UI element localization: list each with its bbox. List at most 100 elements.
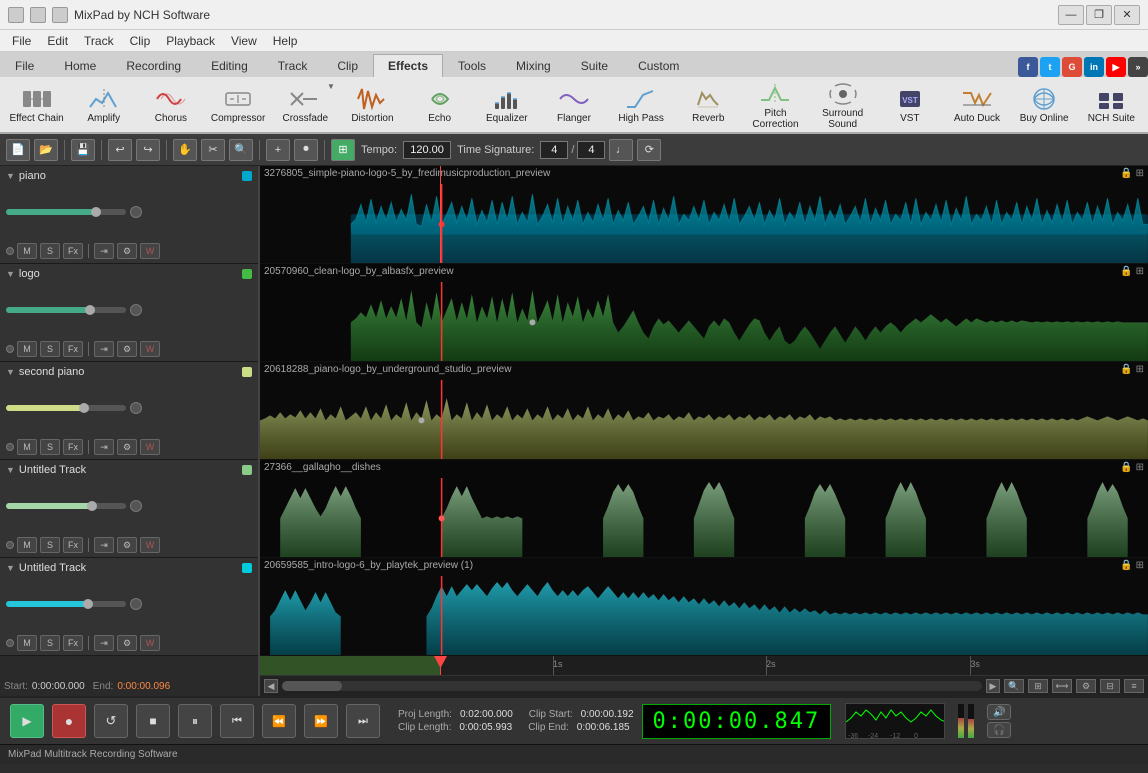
open-button[interactable]: 📂 <box>34 139 58 161</box>
mute-button-untitled-2[interactable]: M <box>17 635 37 651</box>
maximize-button[interactable]: ❐ <box>1086 5 1112 25</box>
fx-button-logo[interactable]: Fx <box>63 341 83 357</box>
eq-button-logo[interactable]: W <box>140 341 160 357</box>
google-icon[interactable]: G <box>1062 57 1082 77</box>
chorus-button[interactable]: Chorus <box>138 79 203 131</box>
headphone-button[interactable]: 🎧 <box>987 722 1011 738</box>
expand-button[interactable]: ⊟ <box>1100 679 1120 693</box>
pitch-correction-button[interactable]: Pitch Correction <box>743 79 808 131</box>
track-pan-knob-untitled-1[interactable] <box>130 500 142 512</box>
track-clip-piano[interactable]: 3276805_simple-piano-logo-5_by_fredimusi… <box>260 166 1148 264</box>
loop-button[interactable]: ↺ <box>94 704 128 738</box>
echo-button[interactable]: Echo <box>407 79 472 131</box>
eq-button-second-piano[interactable]: W <box>140 439 160 455</box>
linkedin-icon[interactable]: in <box>1084 57 1104 77</box>
time-sig-den[interactable] <box>577 141 605 159</box>
vst-button[interactable]: VST VST <box>877 79 942 131</box>
tab-suite[interactable]: Suite <box>566 54 623 77</box>
track-pan-knob-piano[interactable] <box>130 206 142 218</box>
track-arrow-untitled-1[interactable]: ▼ <box>6 465 15 475</box>
metronome-button[interactable]: ♩ <box>609 139 633 161</box>
track-volume-logo[interactable] <box>6 307 126 313</box>
tab-tools[interactable]: Tools <box>443 54 501 77</box>
track-volume-untitled-2[interactable] <box>6 601 126 607</box>
fx-button-second-piano[interactable]: Fx <box>63 439 83 455</box>
track-pan-knob-untitled-2[interactable] <box>130 598 142 610</box>
zoom-out-button[interactable]: ⊞ <box>1028 679 1048 693</box>
redo-button[interactable]: ↪ <box>136 139 160 161</box>
solo-button-untitled-1[interactable]: S <box>40 537 60 553</box>
settings-button-untitled-2[interactable]: ⚙ <box>117 635 137 651</box>
mute-button-second-piano[interactable]: M <box>17 439 37 455</box>
track-arrow-logo[interactable]: ▼ <box>6 269 15 279</box>
fx-button-untitled-1[interactable]: Fx <box>63 537 83 553</box>
fx-button-untitled-2[interactable]: Fx <box>63 635 83 651</box>
tab-custom[interactable]: Custom <box>623 54 694 77</box>
new-button[interactable]: 📄 <box>6 139 30 161</box>
menu-help[interactable]: Help <box>265 32 306 50</box>
track-arrow-untitled-2[interactable]: ▼ <box>6 563 15 573</box>
prev-button[interactable]: ⏮ <box>220 704 254 738</box>
equalizer-button[interactable]: Equalizer <box>474 79 539 131</box>
solo-button-second-piano[interactable]: S <box>40 439 60 455</box>
auto-duck-button[interactable]: Auto Duck <box>944 79 1009 131</box>
track-pan-knob-second-piano[interactable] <box>130 402 142 414</box>
undo-button[interactable]: ↩ <box>108 139 132 161</box>
zoom-tool[interactable]: 🔍 <box>229 139 253 161</box>
nch-suite-button[interactable]: NCH Suite <box>1079 79 1144 131</box>
close-button[interactable]: ✕ <box>1114 5 1140 25</box>
menu-track[interactable]: Track <box>76 32 122 50</box>
scroll-left-button[interactable]: ◀ <box>264 679 278 693</box>
forward-button[interactable]: ⏩ <box>304 704 338 738</box>
menu-edit[interactable]: Edit <box>39 32 76 50</box>
solo-button-piano[interactable]: S <box>40 243 60 259</box>
track-arrow[interactable]: ▼ <box>6 171 15 181</box>
buy-online-button[interactable]: Buy Online <box>1012 79 1077 131</box>
highpass-button[interactable]: High Pass <box>609 79 674 131</box>
track-volume-piano[interactable] <box>6 209 126 215</box>
mute-button-piano[interactable]: M <box>17 243 37 259</box>
track-volume-untitled-1[interactable] <box>6 503 126 509</box>
tab-editing[interactable]: Editing <box>196 54 263 77</box>
menu-clip[interactable]: Clip <box>122 32 159 50</box>
menu-file[interactable]: File <box>4 32 39 50</box>
send-button-logo[interactable]: ⇥ <box>94 341 114 357</box>
scroll-right-button[interactable]: ▶ <box>986 679 1000 693</box>
effect-chain-button[interactable]: Effect Chain <box>4 79 69 131</box>
tab-file[interactable]: File <box>0 54 49 77</box>
fit-button[interactable]: ⟷ <box>1052 679 1072 693</box>
minimize-button[interactable]: — <box>1058 5 1084 25</box>
tab-recording[interactable]: Recording <box>111 54 196 77</box>
send-button-piano[interactable]: ⇥ <box>94 243 114 259</box>
zoom-in-button[interactable]: 🔍 <box>1004 679 1024 693</box>
select-tool[interactable]: ✋ <box>173 139 197 161</box>
solo-button-untitled-2[interactable]: S <box>40 635 60 651</box>
tempo-input[interactable] <box>403 141 451 159</box>
tab-track[interactable]: Track <box>263 54 323 77</box>
twitter-icon[interactable]: t <box>1040 57 1060 77</box>
next-button[interactable]: ⏭ <box>346 704 380 738</box>
track-clip-untitled-2[interactable]: 20659585_intro-logo-6_by_playtek_preview… <box>260 558 1148 656</box>
tab-effects[interactable]: Effects <box>373 54 443 77</box>
scrollbar-track[interactable]: ◀ ▶ 🔍 ⊞ ⟷ ⚙ ⊟ ≡ <box>260 676 1148 696</box>
record-button[interactable]: ● <box>52 704 86 738</box>
scroll-track[interactable] <box>282 681 982 691</box>
time-sig-num[interactable] <box>540 141 568 159</box>
play-button[interactable]: ▶ <box>10 704 44 738</box>
crossfade-dropdown[interactable]: ▼ <box>327 82 335 91</box>
sync-button[interactable]: ⟳ <box>637 139 661 161</box>
stop-button[interactable]: ■ <box>136 704 170 738</box>
tab-clip[interactable]: Clip <box>322 54 373 77</box>
rewind-button[interactable]: ⏪ <box>262 704 296 738</box>
speaker-button[interactable]: 🔊 <box>987 704 1011 720</box>
tab-mixing[interactable]: Mixing <box>501 54 566 77</box>
facebook-icon[interactable]: f <box>1018 57 1038 77</box>
crossfade-button[interactable]: Crossfade ▼ <box>273 79 338 131</box>
settings-button-second-piano[interactable]: ⚙ <box>117 439 137 455</box>
compressor-button[interactable]: Compressor <box>206 79 271 131</box>
eq-button-untitled-1[interactable]: W <box>140 537 160 553</box>
scroll-handle[interactable] <box>282 681 342 691</box>
flanger-button[interactable]: Flanger <box>541 79 606 131</box>
amplify-button[interactable]: Amplify <box>71 79 136 131</box>
settings-button-untitled-1[interactable]: ⚙ <box>117 537 137 553</box>
